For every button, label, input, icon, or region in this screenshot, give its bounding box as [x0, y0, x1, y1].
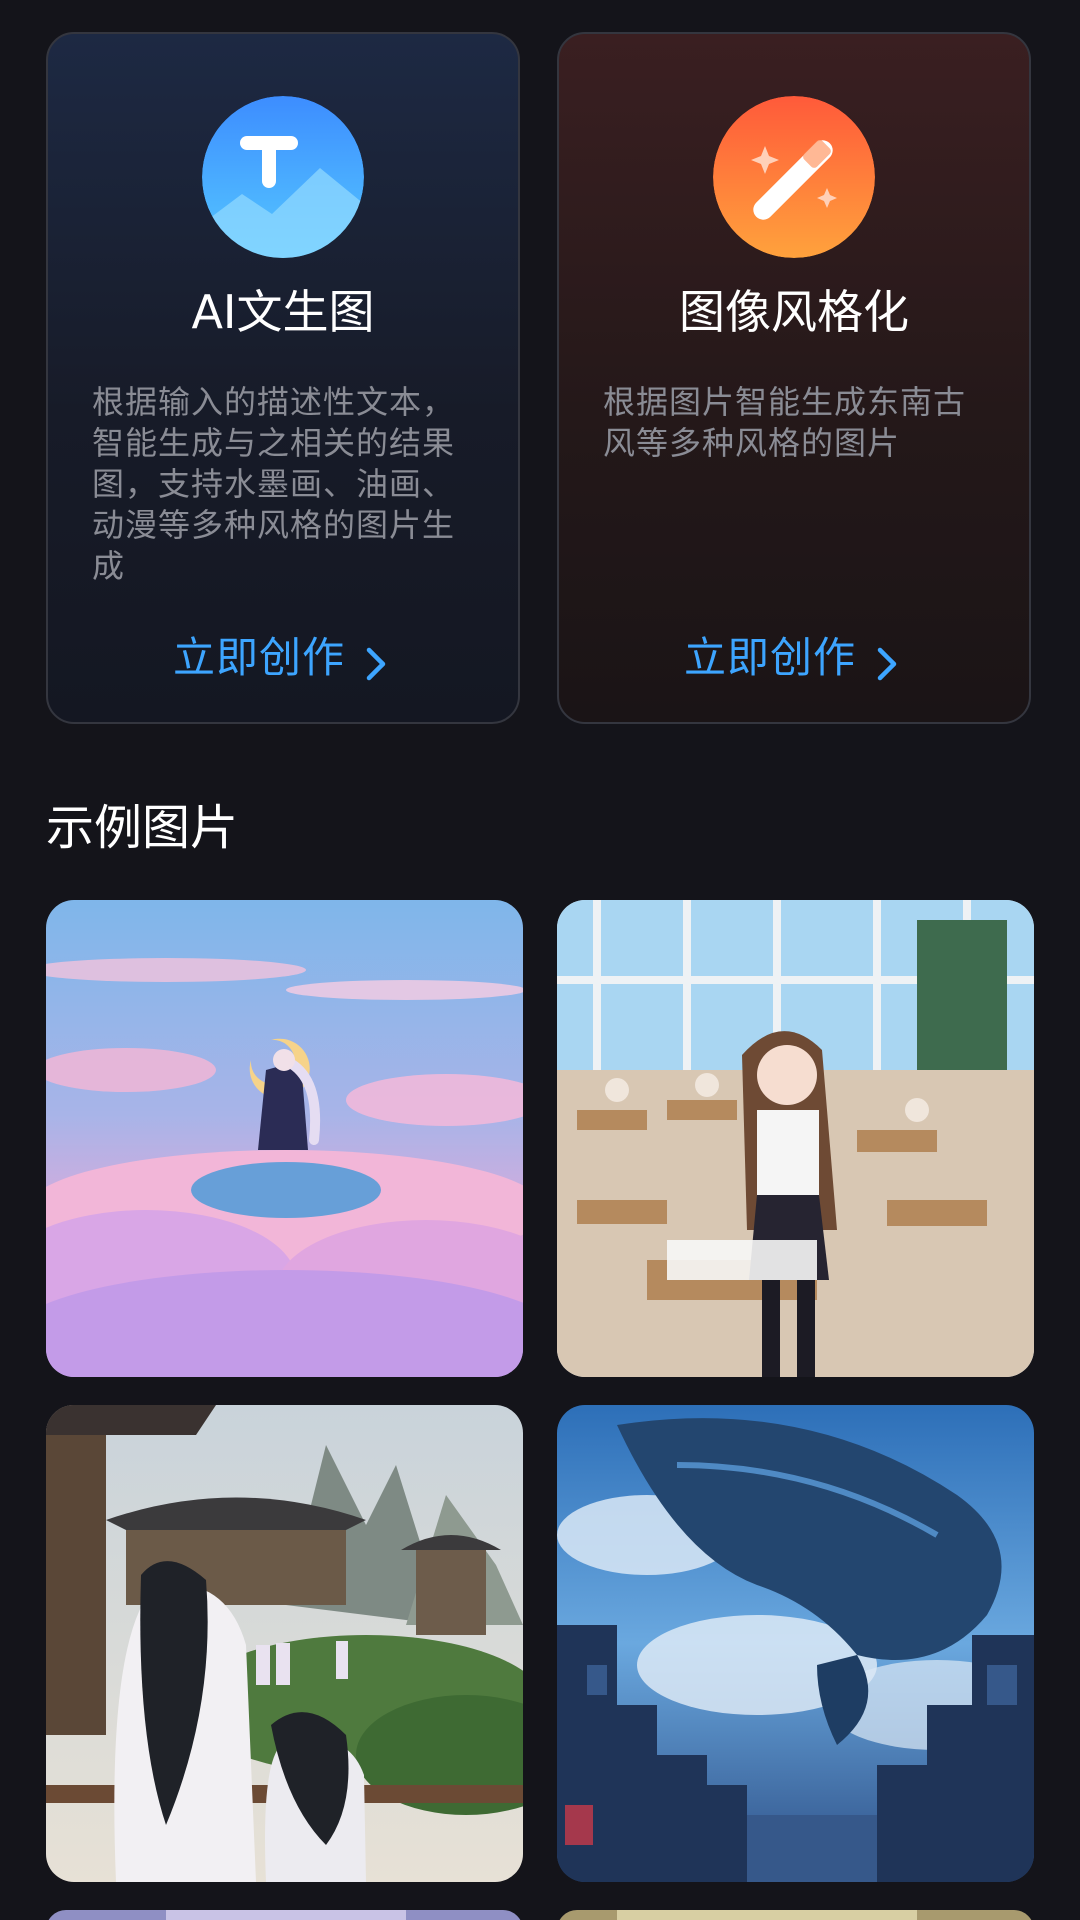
app-screen: AI文生图 根据输入的描述性文本，智能生成与之相关的结果图，支持水墨画、油画、动… — [0, 0, 1080, 1920]
create-now-button[interactable]: 立即创作 — [48, 626, 518, 690]
text-to-image-icon — [202, 96, 364, 258]
example-image-partial[interactable] — [557, 1910, 1034, 1920]
magic-wand-icon — [713, 96, 875, 258]
card-description: 根据图片智能生成东南古风等多种风格的图片 — [603, 383, 967, 462]
card-description: 根据输入的描述性文本，智能生成与之相关的结果图，支持水墨画、油画、动漫等多种风格… — [92, 383, 456, 585]
create-now-button[interactable]: 立即创作 — [559, 626, 1029, 690]
example-image-partial[interactable] — [46, 1910, 523, 1920]
create-now-label: 立即创作 — [683, 633, 856, 682]
image-stylize-card[interactable]: 图像风格化 根据图片智能生成东南古风等多种风格的图片 立即创作 — [557, 32, 1031, 724]
example-image-sky-whale-city[interactable] — [557, 1405, 1034, 1882]
chevron-right-icon — [359, 638, 393, 681]
examples-section-title: 示例图片 — [46, 800, 239, 856]
text-to-image-card[interactable]: AI文生图 根据输入的描述性文本，智能生成与之相关的结果图，支持水墨画、油画、动… — [46, 32, 520, 724]
example-image-ancient-palace[interactable] — [46, 1405, 523, 1882]
card-title: 图像风格化 — [679, 285, 909, 339]
create-now-label: 立即创作 — [172, 633, 345, 682]
example-image-dreamy-sky[interactable] — [46, 900, 523, 1377]
chevron-right-icon — [870, 638, 904, 681]
card-title: AI文生图 — [191, 285, 375, 339]
example-image-classroom[interactable] — [557, 900, 1034, 1377]
